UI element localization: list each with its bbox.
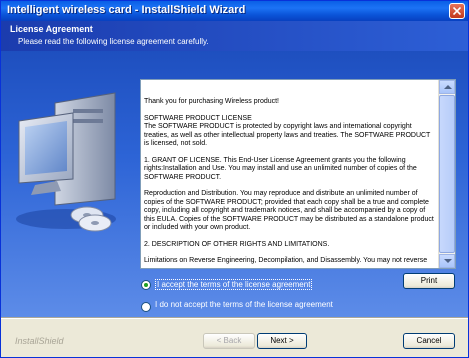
close-button[interactable]: [449, 3, 465, 19]
close-icon: [453, 7, 461, 15]
installer-window: Intelligent wireless card - InstallShiel…: [0, 0, 469, 358]
license-paragraph: 1. GRANT OF LICENSE. This End-User Licen…: [144, 156, 417, 181]
header-title: License Agreement: [10, 24, 93, 34]
license-paragraph: Limitations on Reverse Engineering, Deco…: [144, 257, 428, 264]
accept-radio[interactable]: [141, 280, 151, 290]
scroll-up-button[interactable]: [439, 80, 455, 94]
license-paragraph: Reproduction and Distribution. You may r…: [144, 190, 434, 231]
license-text: Thank you for purchasing Wireless produc…: [141, 80, 438, 268]
print-button[interactable]: Print: [403, 273, 455, 289]
back-button[interactable]: < Back: [203, 333, 255, 349]
license-paragraph: Thank you for purchasing Wireless produc…: [144, 98, 280, 105]
license-textbox[interactable]: Thank you for purchasing Wireless produc…: [140, 79, 456, 269]
next-button[interactable]: Next >: [257, 333, 307, 349]
decline-label[interactable]: I do not accept the terms of the license…: [155, 300, 333, 309]
radio-selected-dot: [144, 283, 148, 287]
title-bar[interactable]: Intelligent wireless card - InstallShiel…: [1, 1, 468, 21]
wizard-header: License Agreement Please read the follow…: [1, 21, 468, 51]
arrow-down-icon: [444, 259, 452, 263]
scroll-thumb[interactable]: [439, 95, 455, 253]
scroll-down-button[interactable]: [439, 254, 455, 268]
decline-radio[interactable]: [141, 302, 151, 312]
header-subtitle: Please read the following license agreem…: [18, 37, 209, 46]
wizard-footer: InstallShield < Back Next > Cancel: [1, 317, 468, 357]
footer-divider: [1, 317, 468, 319]
arrow-up-icon: [444, 85, 452, 89]
window-title: Intelligent wireless card - InstallShiel…: [7, 4, 246, 16]
computer-illustration-icon: [16, 92, 116, 232]
license-scrollbar[interactable]: [438, 80, 455, 268]
accept-label[interactable]: I accept the terms of the license agreem…: [155, 279, 313, 290]
license-paragraph: 2. DESCRIPTION OF OTHER RIGHTS AND LIMIT…: [144, 240, 330, 248]
license-paragraph: SOFTWARE PRODUCT LICENSE The SOFTWARE PRO…: [144, 114, 431, 148]
cancel-button[interactable]: Cancel: [403, 333, 455, 349]
installshield-brand: InstallShield: [15, 336, 64, 346]
